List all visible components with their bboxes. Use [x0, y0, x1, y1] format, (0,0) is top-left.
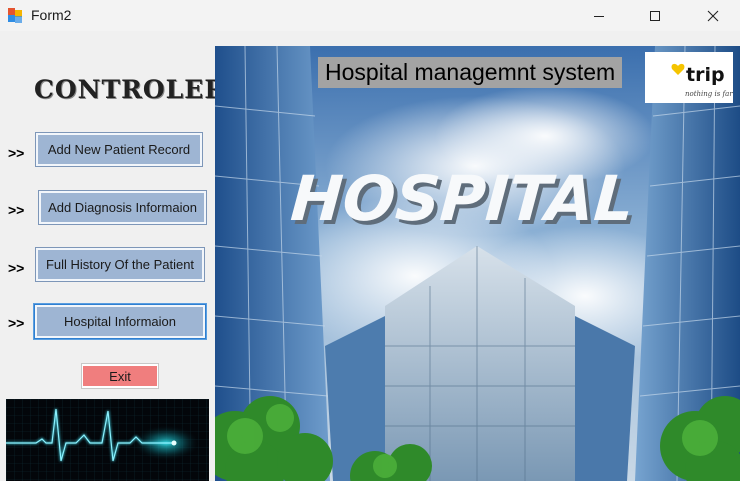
hospital-sign: HOSPITAL [288, 162, 636, 235]
arrow-marker: >> [8, 315, 25, 331]
exit-button[interactable]: Exit [81, 363, 159, 389]
app-window: Form2 CONTROLER >> Add New Patient Recor… [0, 0, 740, 481]
travel-logo: trip nothing is far [645, 52, 733, 103]
window-title: Form2 [31, 7, 72, 23]
hospital-image: HOSPITAL HOSPITAL [215, 46, 740, 481]
hospital-building-illustration: HOSPITAL HOSPITAL [215, 46, 740, 481]
arrow-marker: >> [8, 202, 25, 218]
minimize-button[interactable] [576, 0, 622, 31]
full-history-button[interactable]: Full History Of the Patient [35, 247, 205, 282]
add-diagnosis-information-button[interactable]: Add Diagnosis Informaion [38, 190, 207, 225]
arrow-marker: >> [8, 145, 25, 161]
exit-label: Exit [109, 368, 131, 384]
button-label: Full History Of the Patient [45, 257, 195, 272]
arrow-marker: >> [8, 260, 25, 276]
minimize-icon [594, 15, 604, 17]
hospital-information-button[interactable]: Hospital Informaion [34, 304, 206, 339]
heartbeat-image [6, 399, 209, 481]
title-bar[interactable]: Form2 [0, 0, 740, 31]
logo-heart-icon: trip nothing is far [671, 63, 733, 98]
maximize-button[interactable] [632, 0, 678, 31]
button-label: Add New Patient Record [47, 142, 191, 157]
form-app-icon [7, 7, 23, 23]
button-label: Hospital Informaion [64, 314, 176, 329]
close-button[interactable] [690, 0, 736, 31]
close-icon [707, 10, 719, 21]
add-new-patient-record-button[interactable]: Add New Patient Record [35, 132, 203, 167]
logo-tagline: nothing is far [685, 90, 733, 98]
logo-text: trip [686, 64, 725, 86]
controler-heading: CONTROLER [34, 75, 227, 104]
system-title-label: Hospital managemnt system [318, 57, 623, 88]
heartbeat-line-icon [6, 399, 209, 481]
maximize-icon [650, 10, 660, 21]
button-label: Add Diagnosis Informaion [48, 200, 197, 215]
